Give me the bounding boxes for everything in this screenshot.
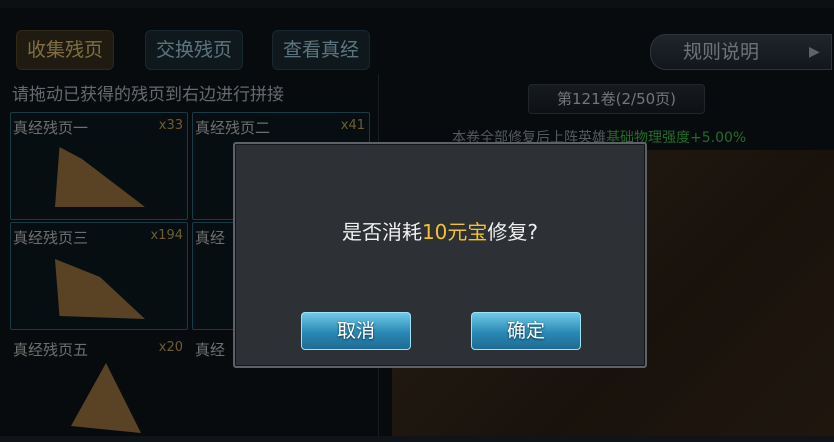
message-prefix: 是否消耗 [341, 220, 422, 244]
cancel-button[interactable]: 取消 [301, 312, 411, 350]
message-suffix: 修复? [487, 220, 539, 244]
confirm-button[interactable]: 确定 [471, 312, 581, 350]
confirm-message: 是否消耗10元宝修复? [235, 216, 645, 245]
confirm-dialog: 是否消耗10元宝修复? 取消 确定 [233, 142, 647, 368]
cost-highlight: 10元宝 [421, 220, 488, 244]
